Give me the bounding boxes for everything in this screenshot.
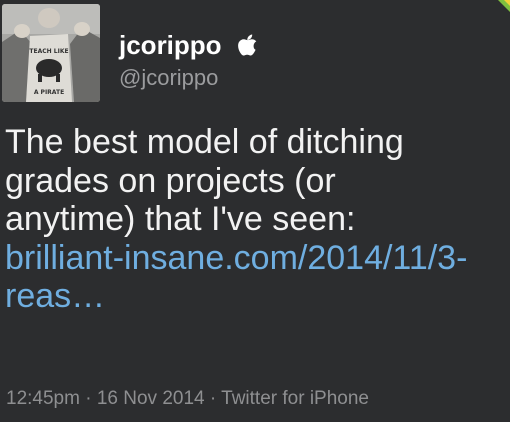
corner-badge-icon: [498, 0, 510, 12]
apple-icon: [238, 34, 257, 56]
tweet-link-continued[interactable]: reas…: [5, 277, 505, 316]
meta-separator: ·: [204, 388, 222, 409]
meta-separator: ·: [79, 388, 97, 409]
tweet-link[interactable]: brilliant-insane.com/2014/11/3-: [5, 239, 505, 278]
avatar-shirt-text-bottom: A PIRATE: [34, 89, 64, 96]
avatar[interactable]: TEACH LIKE A PIRATE: [2, 4, 100, 102]
tweet-text-line: grades on projects (or: [5, 161, 336, 200]
tweet-time[interactable]: 12:45pm: [6, 388, 80, 409]
user-handle[interactable]: @jcorippo: [119, 65, 218, 91]
tweet-source[interactable]: Twitter for iPhone: [221, 388, 369, 409]
tweet-meta: 12:45pm · 16 Nov 2014 · Twitter for iPho…: [6, 387, 369, 411]
tweet-text-line: anytime) that I've seen:: [5, 200, 356, 238]
tweet-card: TEACH LIKE A PIRATE jcorippo @jcorippo T…: [0, 0, 510, 422]
display-name[interactable]: jcorippo: [119, 30, 222, 60]
avatar-photo: TEACH LIKE A PIRATE: [2, 4, 100, 102]
tweet-text-line: The best model of ditching: [5, 123, 404, 161]
tweet-text: The best model of ditching grades on pro…: [5, 123, 505, 316]
avatar-shirt-text-top: TEACH LIKE: [29, 48, 68, 55]
tweet-date[interactable]: 16 Nov 2014: [97, 388, 205, 409]
